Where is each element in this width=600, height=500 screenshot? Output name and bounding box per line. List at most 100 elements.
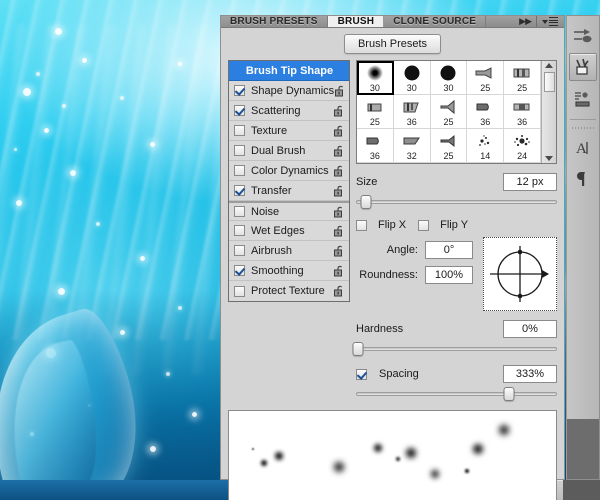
checkbox-wet-edges[interactable] [234,225,245,236]
size-value-field[interactable]: 12 px [503,173,557,191]
dock-drag-dots[interactable] [572,127,594,131]
lock-icon[interactable] [333,285,345,297]
slider-track [356,347,557,351]
brush-tip-item[interactable]: 25 [504,61,541,95]
option-brush-tip-shape[interactable]: Brush Tip Shape [229,61,349,81]
checkbox-shape-dynamics[interactable] [234,85,245,96]
tab-brush[interactable]: BRUSH [327,16,385,27]
option-scattering[interactable]: Scattering [229,101,349,121]
tab-clone-source[interactable]: CLONE SOURCE [384,16,487,27]
checkbox-dual-brush[interactable] [234,145,245,156]
lock-icon[interactable] [333,185,345,197]
hardness-control: Hardness 0% [352,320,557,356]
slider-knob[interactable] [360,195,372,209]
brush-presets-icon[interactable] [569,84,597,112]
brush-tip-item[interactable]: 30 [357,61,394,95]
brush-tip-item[interactable]: 14 [467,129,505,163]
brush-tip-scrollbar[interactable] [541,61,556,163]
option-label: Wet Edges [251,224,305,237]
lock-icon[interactable] [333,165,345,177]
bubble [120,330,125,335]
lock-icon[interactable] [334,85,346,97]
checkbox-transfer[interactable] [234,185,245,196]
flat-wide-icon [511,97,533,116]
lock-icon[interactable] [333,145,345,157]
fan-tip-icon [437,131,459,150]
brush-tip-item[interactable]: 30 [430,61,468,95]
lock-icon[interactable] [333,225,345,237]
checkbox-smoothing[interactable] [234,265,245,276]
slider-knob[interactable] [503,387,515,401]
brush-tip-item[interactable]: 25 [430,129,468,163]
flat-tip-icon [364,97,386,116]
brush-dot [251,447,255,451]
brush-tip-size: 25 [369,117,380,127]
brush-tip-item[interactable]: 24 [504,129,541,163]
checkbox-scattering[interactable] [234,105,245,116]
panel-dock: A [566,15,600,480]
option-wet-edges[interactable]: Wet Edges [229,221,349,241]
option-shape-dynamics[interactable]: Shape Dynamics [229,81,349,101]
option-smoothing[interactable]: Smoothing [229,261,349,281]
angle-value-field[interactable]: 0° [425,241,473,259]
flip-y-control[interactable]: Flip Y [418,219,468,231]
hardness-slider[interactable] [352,342,557,356]
flip-x-control[interactable]: Flip X [356,219,406,231]
checkbox-noise[interactable] [234,206,245,217]
lock-icon[interactable] [333,265,345,277]
size-slider[interactable] [356,195,557,209]
brush-tip-item[interactable]: 25 [357,95,394,129]
scrollbar-thumb[interactable] [544,72,555,92]
option-label: Texture [251,124,288,137]
brush-presets-button-row: Brush Presets [228,34,557,54]
checkbox-texture[interactable] [234,125,245,136]
lock-icon[interactable] [333,105,345,117]
checkbox-flip-y[interactable] [418,219,430,231]
brush-presets-button[interactable]: Brush Presets [343,34,442,54]
brush-tip-item[interactable]: 32 [393,129,431,163]
double-chevron-right-icon[interactable]: ▶▶ [519,16,532,27]
lock-icon[interactable] [333,245,345,257]
brush-tip-item[interactable]: 36 [504,95,541,129]
round-point-icon [474,97,496,116]
checkbox-color-dynamics[interactable] [234,165,245,176]
option-airbrush[interactable]: Airbrush [229,241,349,261]
scroll-down-icon[interactable] [545,156,553,161]
brush-tip-item[interactable]: 36 [467,95,505,129]
bubble [62,104,66,108]
checkbox-protect-texture[interactable] [234,285,245,297]
angle-roundness-widget[interactable] [483,237,557,311]
lock-icon[interactable] [333,125,345,137]
checkbox-spacing[interactable] [356,368,367,380]
checkbox-flip-x[interactable] [356,219,367,231]
tab-brush-presets[interactable]: BRUSH PRESETS [221,16,328,27]
brush-tip-item[interactable]: 25 [467,61,505,95]
brush-tip-item[interactable]: 36 [393,95,431,129]
character-panel-icon[interactable]: A [569,134,597,162]
brush-tip-item[interactable]: 36 [357,129,394,163]
option-color-dynamics[interactable]: Color Dynamics [229,161,349,181]
color-swatch-icon[interactable] [569,22,597,50]
spacing-slider[interactable] [356,387,557,401]
roundness-value-field[interactable]: 100% [425,266,473,284]
option-protect-texture[interactable]: Protect Texture [229,281,349,301]
option-texture[interactable]: Texture [229,121,349,141]
brush-tip-item[interactable]: 30 [393,61,431,95]
bubble [70,170,76,176]
brush-dot [473,444,483,454]
spacing-value-field[interactable]: 333% [503,365,557,383]
checkbox-airbrush[interactable] [234,245,245,256]
brush-tip-item[interactable]: 25 [430,95,468,129]
hardness-value-field[interactable]: 0% [503,320,557,338]
option-transfer[interactable]: Transfer [229,181,349,201]
option-label: Noise [251,205,280,218]
paragraph-panel-icon[interactable] [569,165,597,193]
panel-menu-icon[interactable] [542,17,558,26]
slider-knob[interactable] [352,342,364,356]
brush-panel-icon[interactable] [569,53,597,81]
scrollbar-track[interactable] [542,68,556,156]
option-noise[interactable]: Noise [229,201,349,221]
brush-tip-grid: 30 30 30 25 25 25 36 25 36 36 36 32 25 1… [357,61,541,163]
option-dual-brush[interactable]: Dual Brush [229,141,349,161]
lock-icon[interactable] [333,206,345,218]
